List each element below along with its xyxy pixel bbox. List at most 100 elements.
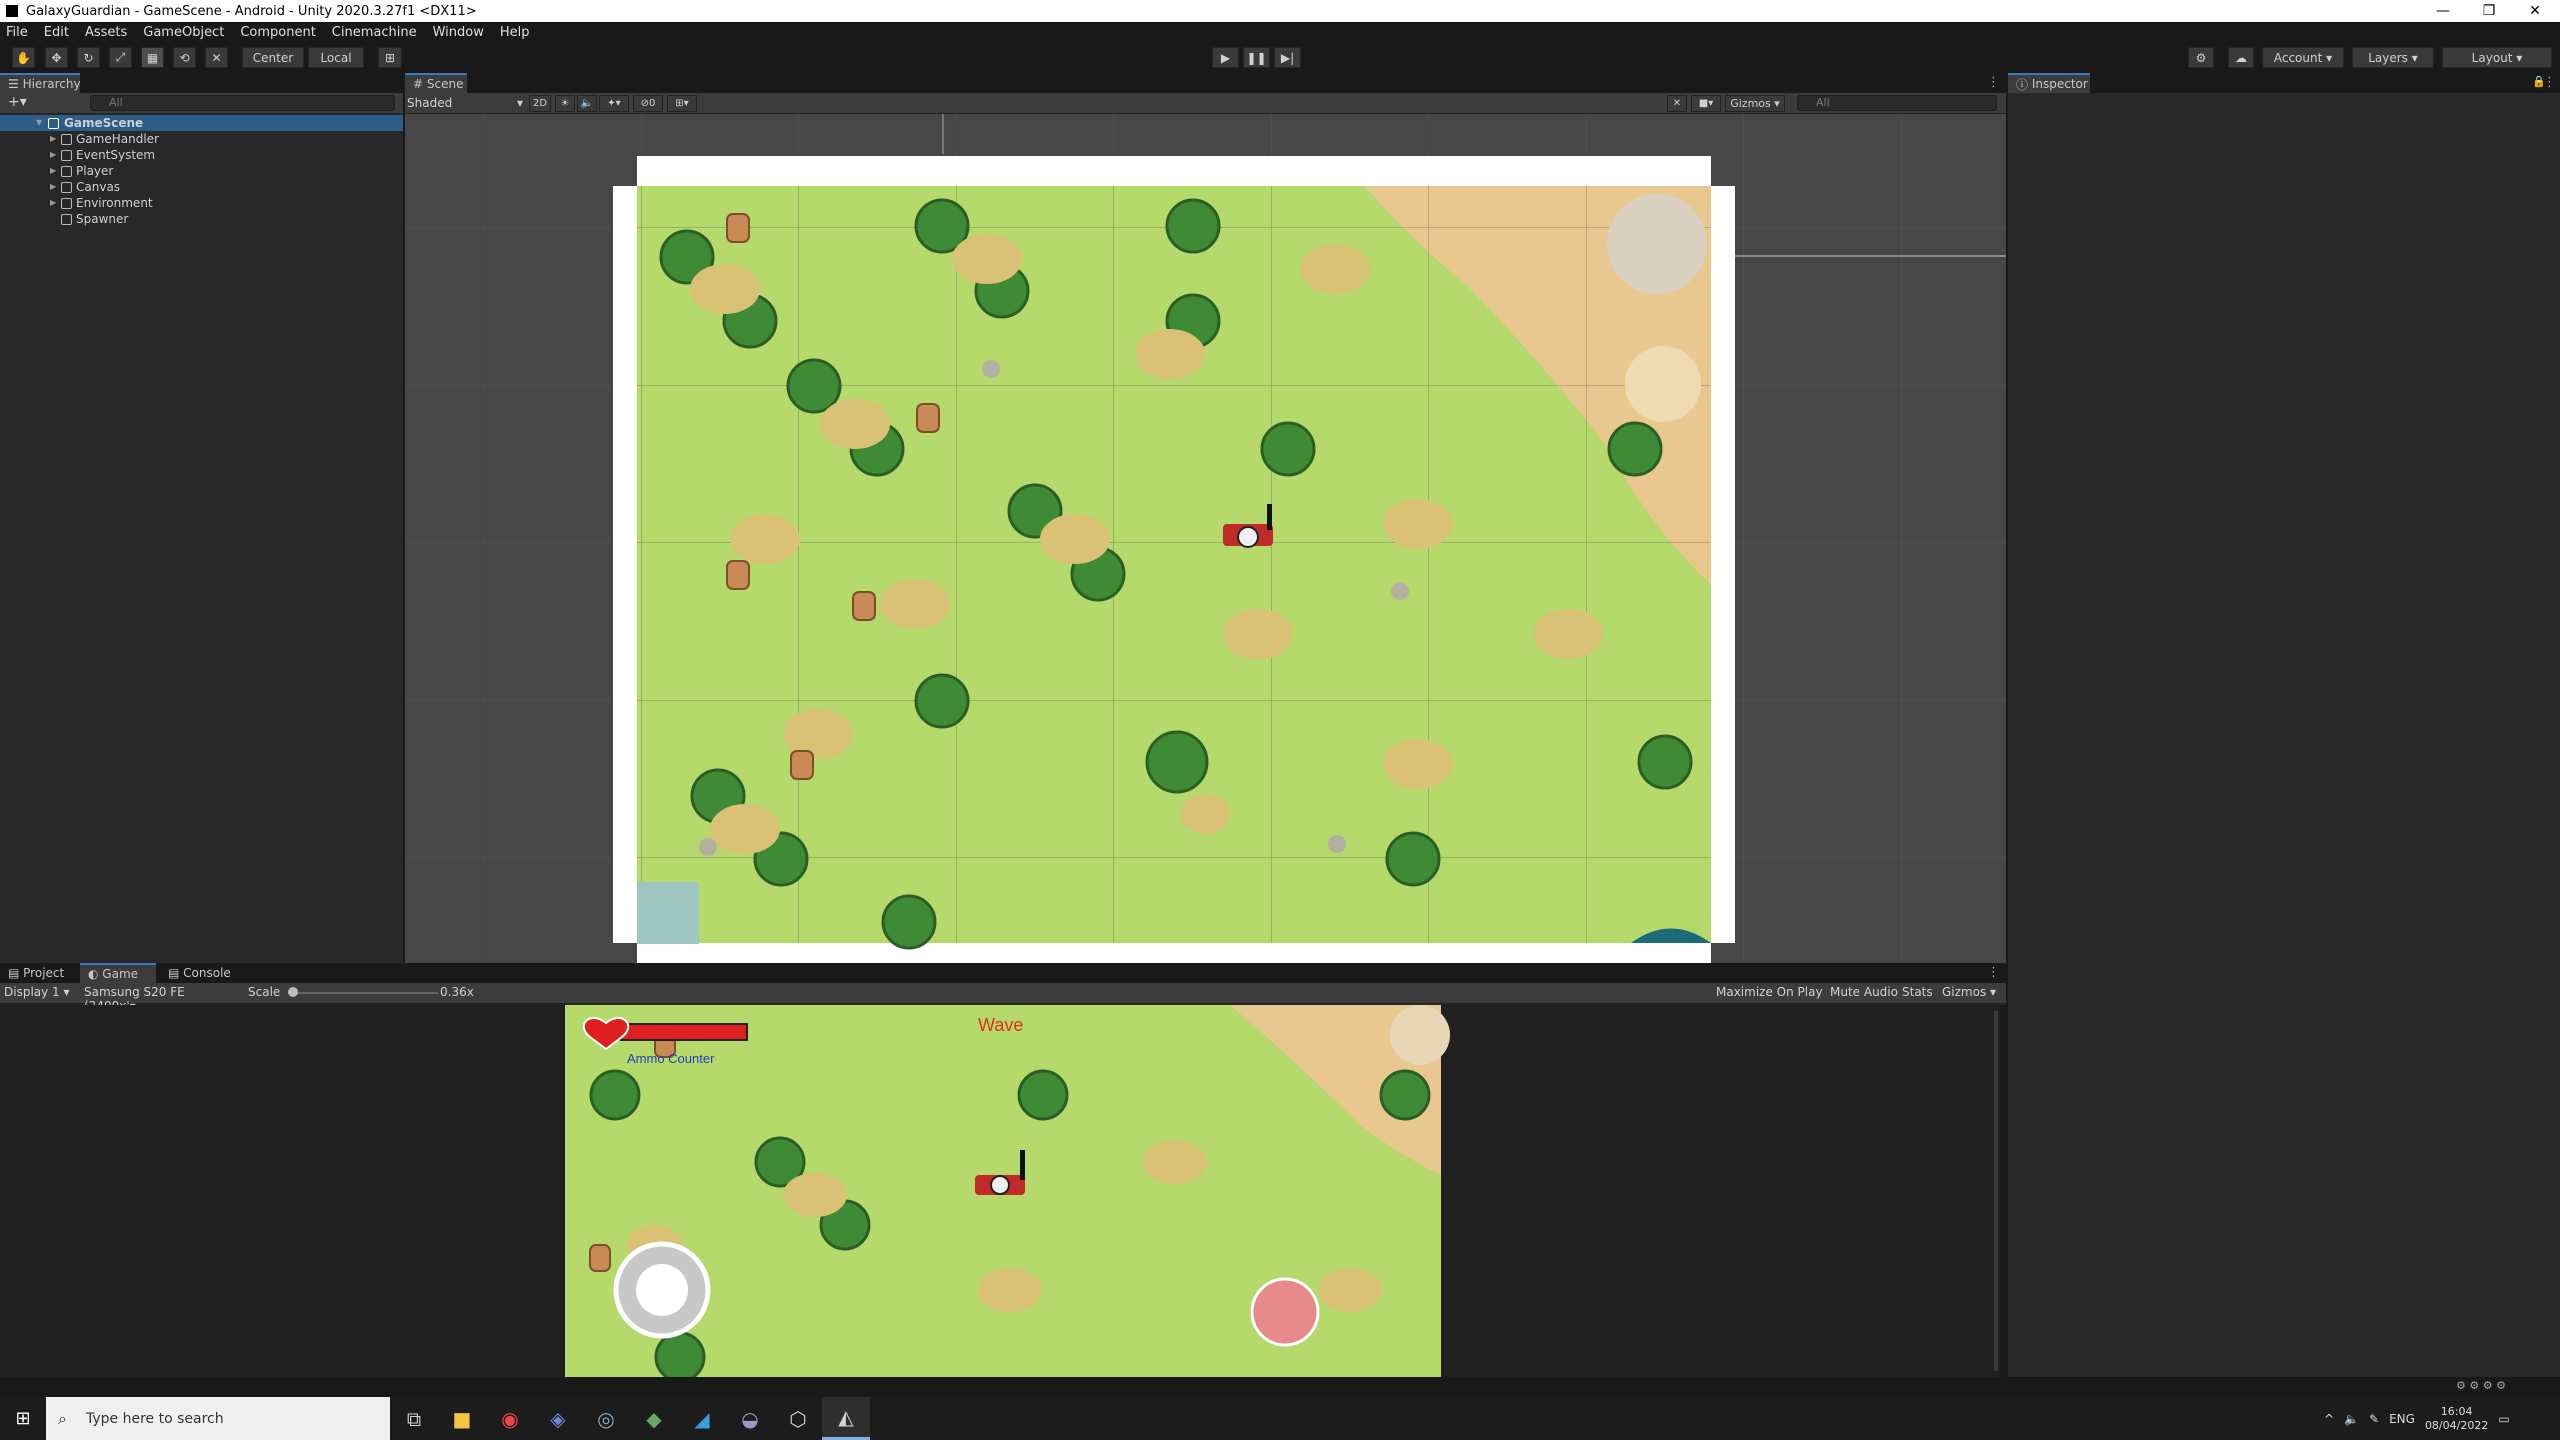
layout-label: Layout	[2471, 50, 2513, 65]
tab-console[interactable]: ▤ Console	[160, 963, 244, 983]
grid-snap-icon[interactable]: ⊞	[378, 47, 402, 68]
2d-mode-toggle[interactable]: 2D	[529, 95, 551, 112]
hierarchy-scene-root[interactable]: ▼ GameScene	[0, 115, 403, 131]
gameobject-icon	[61, 198, 72, 209]
pause-button[interactable]: ❚❚	[1243, 47, 1270, 68]
clock[interactable]: 16:04 08/04/2022	[2425, 1405, 2488, 1433]
move-tool-icon[interactable]: ✥	[45, 47, 68, 68]
expand-arrow-icon[interactable]: ▶	[50, 179, 56, 195]
hidden-objects-toggle[interactable]: ⊘ 0	[633, 95, 663, 112]
menu-file[interactable]: File	[6, 25, 28, 40]
vscode-icon[interactable]: ◢	[678, 1397, 726, 1440]
fire-button[interactable]	[1250, 1277, 1320, 1347]
language-indicator[interactable]: ENG	[2389, 1412, 2415, 1426]
scene-viewport[interactable]	[405, 114, 2006, 963]
hierarchy-item-eventsystem[interactable]: ▶ EventSystem	[0, 147, 403, 163]
mute-audio-toggle[interactable]: Mute Audio	[1830, 985, 1898, 999]
collapse-arrow-icon[interactable]: ▼	[36, 115, 42, 131]
hierarchy-item-player[interactable]: ▶ Player	[0, 163, 403, 179]
collab-icon[interactable]: ⚙	[2188, 47, 2214, 68]
audio-toggle-icon[interactable]: 🔈	[577, 95, 597, 112]
unity-editor-icon[interactable]: ◭	[822, 1397, 870, 1440]
cloud-icon[interactable]: ☁	[2228, 47, 2254, 68]
taskbar-search-input[interactable]: ⌕ Type here to search	[46, 1397, 390, 1440]
chrome-icon[interactable]: ◉	[486, 1397, 534, 1440]
panel-menu-icon[interactable]: ⋮	[1987, 75, 2000, 90]
account-dropdown[interactable]: Account ▾	[2262, 47, 2344, 68]
chevron-up-icon[interactable]: ^	[2324, 1412, 2334, 1426]
maximize-on-play-toggle[interactable]: Maximize On Play	[1716, 985, 1823, 999]
layers-dropdown[interactable]: Layers ▾	[2352, 47, 2434, 68]
expand-arrow-icon[interactable]: ▶	[50, 147, 56, 163]
lighting-toggle-icon[interactable]: ☀	[555, 95, 575, 112]
pivot-center-toggle[interactable]: Center	[242, 47, 304, 68]
tab-hierarchy[interactable]: ☰ Hierarchy	[0, 73, 81, 93]
hierarchy-item-gamehandler[interactable]: ▶ GameHandler	[0, 131, 403, 147]
scale-tool-icon[interactable]: ⤢	[109, 47, 132, 68]
step-button[interactable]: ▶|	[1274, 47, 1301, 68]
expand-arrow-icon[interactable]: ▶	[50, 131, 56, 147]
menu-cinemachine[interactable]: Cinemachine	[332, 25, 417, 40]
chevron-down-icon: ▾	[516, 96, 523, 110]
game-gizmos-dropdown[interactable]: Gizmos ▾	[1942, 985, 1996, 999]
pen-icon[interactable]: ✎	[2369, 1412, 2379, 1426]
hierarchy-item-spawner[interactable]: Spawner	[0, 211, 403, 227]
grid-toggle-icon[interactable]: ⊞▾	[667, 95, 697, 112]
joystick-knob[interactable]	[636, 1264, 688, 1316]
menu-component[interactable]: Component	[240, 25, 315, 40]
hierarchy-item-canvas[interactable]: ▶ Canvas	[0, 179, 403, 195]
file-explorer-icon[interactable]: ■	[438, 1397, 486, 1440]
expand-arrow-icon[interactable]: ▶	[50, 195, 56, 211]
menu-window[interactable]: Window	[433, 25, 484, 40]
hierarchy-search-input[interactable]: All	[90, 95, 395, 111]
scene-search-input[interactable]: All	[1797, 95, 1997, 111]
add-object-icon[interactable]: +▾	[8, 94, 27, 110]
rotate-tool-icon[interactable]: ↻	[77, 47, 100, 68]
menu-edit[interactable]: Edit	[44, 25, 69, 40]
start-button[interactable]: ⊞	[0, 1397, 46, 1440]
tab-project[interactable]: ▤ Project	[0, 963, 76, 983]
notification-icon[interactable]: ▭	[2498, 1412, 2509, 1426]
game-scrollbar[interactable]	[1994, 1011, 1998, 1371]
pivot-space-toggle[interactable]: Local	[308, 47, 364, 68]
menu-help[interactable]: Help	[500, 25, 530, 40]
tools-icon[interactable]: ✕	[1667, 95, 1687, 112]
main-toolbar: ✋ ✥ ↻ ⤢ ▦ ⟲ ✕ Center Local ⊞ ▶ ❚❚ ▶| ⚙ ☁…	[0, 42, 2560, 73]
wave-label: Wave	[978, 1015, 1023, 1035]
menu-gameobject[interactable]: GameObject	[143, 25, 224, 40]
minimize-button[interactable]: —	[2420, 0, 2466, 22]
panel-menu-icon[interactable]: ⋮	[2543, 75, 2556, 90]
gizmos-dropdown[interactable]: Gizmos ▾	[1725, 95, 1785, 112]
camera-dropdown-icon[interactable]: ■▾	[1691, 95, 1721, 112]
menu-assets[interactable]: Assets	[85, 25, 127, 40]
game-app-icon[interactable]: ◆	[630, 1397, 678, 1440]
rect-tool-icon[interactable]: ▦	[141, 47, 164, 68]
tab-inspector[interactable]: ⓘ Inspector	[2008, 73, 2090, 93]
app-icon[interactable]: ◒	[726, 1397, 774, 1440]
layout-dropdown[interactable]: Layout ▾	[2442, 47, 2552, 68]
volume-icon[interactable]: 🔈	[2344, 1412, 2359, 1426]
hierarchy-item-environment[interactable]: ▶ Environment	[0, 195, 403, 211]
effects-dropdown-icon[interactable]: ✦▾	[599, 95, 629, 112]
close-button[interactable]: ✕	[2512, 0, 2558, 22]
scale-slider-thumb[interactable]	[288, 987, 298, 997]
stats-toggle[interactable]: Stats	[1902, 985, 1933, 999]
custom-tool-icon[interactable]: ✕	[205, 47, 228, 68]
discord-icon[interactable]: ◈	[534, 1397, 582, 1440]
steam-icon[interactable]: ◎	[582, 1397, 630, 1440]
task-view-icon[interactable]: ⧉	[390, 1397, 438, 1440]
unity-hub-icon[interactable]: ⬡	[774, 1397, 822, 1440]
restore-button[interactable]: ❐	[2466, 0, 2512, 22]
play-button[interactable]: ▶	[1212, 47, 1239, 68]
transform-tool-icon[interactable]: ⟲	[173, 47, 196, 68]
tab-game[interactable]: ◐ Game	[80, 963, 156, 983]
expand-arrow-icon[interactable]: ▶	[50, 163, 56, 179]
scale-slider-track[interactable]	[288, 992, 438, 994]
tab-scene[interactable]: # Scene	[405, 73, 467, 93]
shading-mode-dropdown[interactable]: Shaded ▾	[407, 95, 525, 111]
panel-menu-icon[interactable]: ⋮	[1987, 965, 2000, 980]
hierarchy-tab-label: Hierarchy	[22, 77, 81, 91]
display-dropdown[interactable]: Display 1 ▾	[4, 985, 78, 999]
hand-tool-icon[interactable]: ✋	[12, 47, 35, 68]
game-viewport[interactable]: Wave Ammo Counter	[0, 1005, 2000, 1377]
